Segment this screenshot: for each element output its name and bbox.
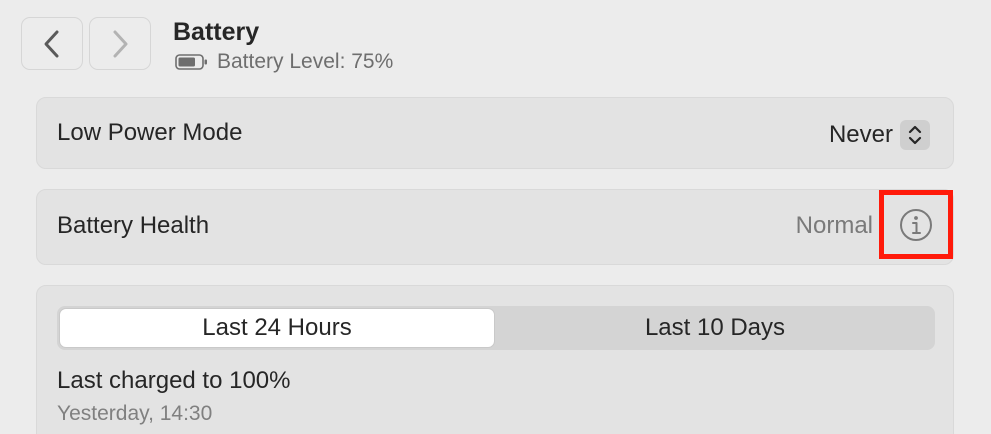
time-range-segmented-control: Last 24 Hours Last 10 Days bbox=[57, 306, 935, 350]
battery-settings-page: Battery Battery Level: 75% Low Power Mod… bbox=[0, 0, 991, 434]
battery-health-info-button[interactable] bbox=[879, 190, 953, 259]
up-down-chevron-icon bbox=[900, 120, 930, 150]
battery-level-status: Battery Level: 75% bbox=[175, 48, 393, 76]
battery-icon bbox=[175, 54, 207, 70]
battery-usage-section: Last 24 Hours Last 10 Days Last charged … bbox=[36, 285, 954, 434]
info-icon bbox=[900, 208, 932, 241]
low-power-mode-row: Low Power Mode Never bbox=[36, 97, 954, 169]
chevron-right-icon bbox=[113, 30, 128, 57]
page-title: Battery bbox=[173, 18, 260, 46]
back-button[interactable] bbox=[21, 17, 83, 70]
battery-health-row: Battery Health Normal bbox=[36, 189, 954, 265]
low-power-mode-label: Low Power Mode bbox=[57, 119, 243, 146]
last-charged-time: Yesterday, 14:30 bbox=[57, 402, 213, 425]
last-charged-title: Last charged to 100% bbox=[57, 367, 291, 394]
tab-last-24-hours[interactable]: Last 24 Hours bbox=[59, 308, 495, 348]
chevron-left-icon bbox=[44, 30, 59, 57]
battery-health-label: Battery Health bbox=[57, 212, 210, 239]
forward-button[interactable] bbox=[89, 17, 151, 70]
low-power-mode-value: Never bbox=[828, 121, 893, 148]
low-power-mode-select[interactable]: Never bbox=[829, 119, 930, 151]
tab-last-10-days[interactable]: Last 10 Days bbox=[497, 308, 933, 348]
battery-level-text: Battery Level: 75% bbox=[217, 50, 394, 73]
battery-health-value: Normal bbox=[795, 212, 873, 239]
